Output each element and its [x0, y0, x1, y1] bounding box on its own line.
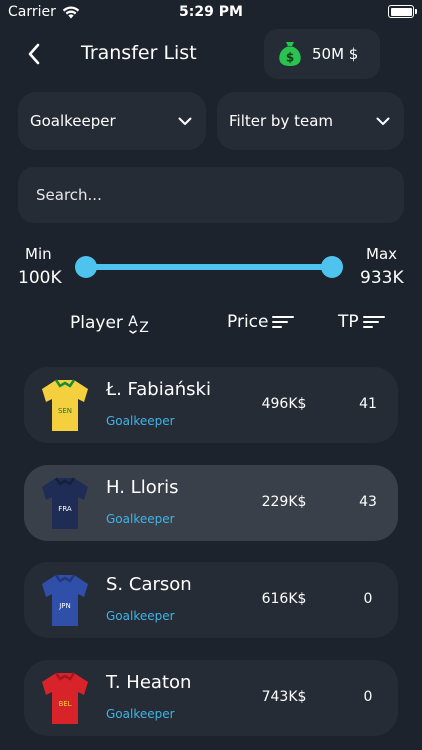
- svg-text:Z: Z: [139, 320, 149, 334]
- page-title: Transfer List: [81, 42, 197, 64]
- svg-text:SEN: SEN: [58, 407, 72, 415]
- svg-text:A: A: [128, 314, 138, 330]
- player-position: Goalkeeper: [106, 414, 175, 428]
- player-price: 229K$: [261, 494, 307, 510]
- player-position: Goalkeeper: [106, 512, 175, 526]
- status-bar: Carrier 5:29 PM: [0, 0, 422, 24]
- money-bag-icon: $: [279, 42, 301, 66]
- player-name: S. Carson: [106, 574, 192, 595]
- chevron-down-icon: [376, 117, 390, 125]
- player-name: T. Heaton: [106, 672, 192, 693]
- sort-player-label: Player: [70, 313, 123, 333]
- team-filter-dropdown[interactable]: Filter by team: [217, 92, 404, 150]
- status-time: 5:29 PM: [179, 4, 243, 20]
- jersey-icon: JPN: [42, 574, 88, 626]
- min-label: Min: [25, 245, 52, 263]
- player-position: Goalkeeper: [106, 707, 175, 721]
- position-filter-value: Goalkeeper: [30, 112, 116, 130]
- player-name: H. Lloris: [106, 477, 179, 498]
- sort-descending-icon: [272, 316, 295, 328]
- player-tp: 43: [359, 494, 377, 510]
- player-card[interactable]: FRA H. Lloris Goalkeeper 229K$ 43: [24, 465, 398, 541]
- player-price: 496K$: [261, 396, 307, 412]
- jersey-icon: FRA: [42, 477, 88, 529]
- price-range-max-handle[interactable]: [321, 256, 343, 278]
- jersey-icon: SEN: [42, 379, 88, 431]
- svg-text:BEL: BEL: [58, 700, 71, 708]
- budget-value: 50M $: [312, 45, 359, 63]
- sort-by-player[interactable]: Player A Z: [70, 312, 153, 334]
- player-tp: 0: [363, 591, 373, 607]
- player-position: Goalkeeper: [106, 609, 175, 623]
- player-card[interactable]: BEL T. Heaton Goalkeeper 743K$ 0: [24, 660, 398, 736]
- jersey-icon: BEL: [42, 672, 88, 724]
- player-tp: 0: [363, 689, 373, 705]
- player-price: 616K$: [261, 591, 307, 607]
- svg-text:$: $: [286, 51, 294, 65]
- svg-text:FRA: FRA: [58, 505, 72, 513]
- position-filter-dropdown[interactable]: Goalkeeper: [18, 92, 206, 150]
- battery-icon: [388, 5, 417, 18]
- max-value: 933K: [360, 268, 404, 288]
- price-range-track[interactable]: [86, 264, 332, 270]
- search-bar: [18, 167, 404, 223]
- sort-descending-icon: [362, 316, 385, 328]
- player-card[interactable]: SEN Ł. Fabiański Goalkeeper 496K$ 41: [24, 367, 398, 443]
- chevron-left-icon: [28, 43, 40, 65]
- player-name: Ł. Fabiański: [106, 379, 211, 400]
- back-button[interactable]: [20, 40, 48, 68]
- search-input[interactable]: [18, 167, 404, 223]
- chevron-down-icon: [178, 117, 192, 125]
- svg-text:JPN: JPN: [58, 602, 71, 610]
- sort-by-tp[interactable]: TP: [338, 312, 385, 332]
- sort-by-price[interactable]: Price: [227, 312, 295, 332]
- player-price: 743K$: [261, 689, 307, 705]
- budget-badge: $ 50M $: [264, 29, 380, 79]
- sort-alphabetical-icon: A Z: [128, 314, 149, 334]
- price-range-min-handle[interactable]: [75, 256, 97, 278]
- player-card[interactable]: JPN S. Carson Goalkeeper 616K$ 0: [24, 562, 398, 638]
- min-value: 100K: [18, 268, 62, 288]
- sort-price-label: Price: [227, 312, 269, 332]
- max-label: Max: [366, 245, 398, 263]
- player-tp: 41: [359, 396, 377, 412]
- team-filter-value: Filter by team: [229, 112, 333, 130]
- sort-tp-label: TP: [338, 312, 359, 332]
